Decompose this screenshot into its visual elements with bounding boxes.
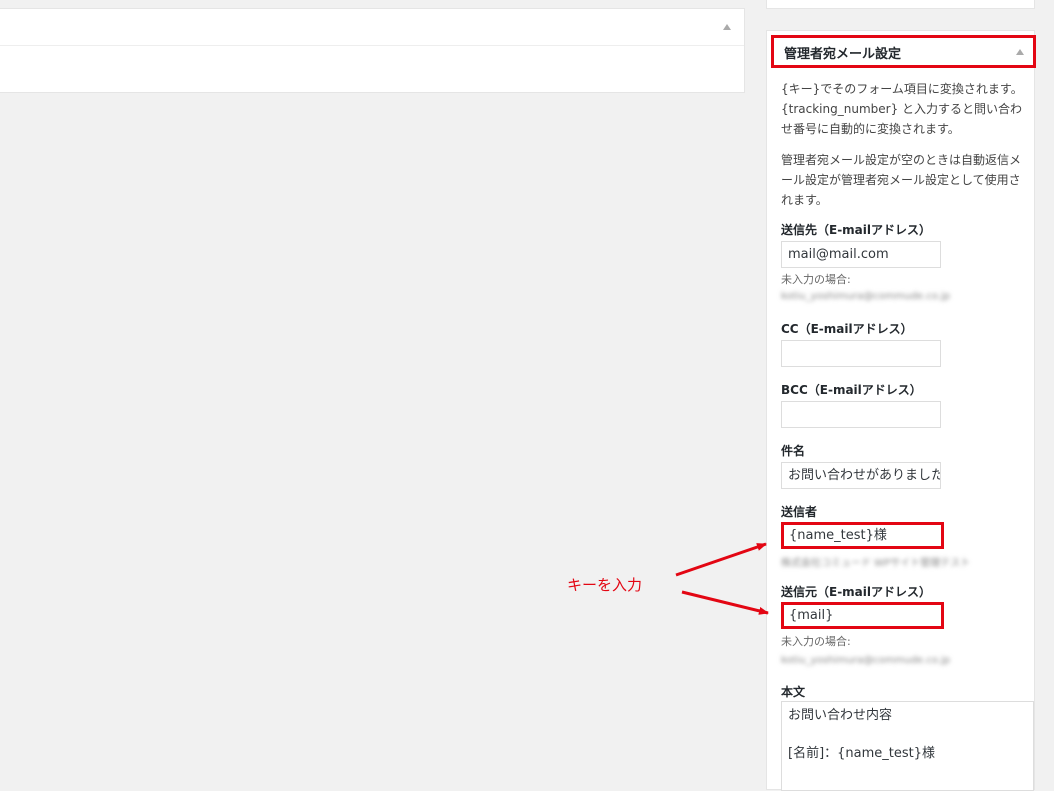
- arrow-to-sender: [675, 542, 767, 577]
- arrow-to-from: [681, 590, 769, 615]
- annotation-arrows: [675, 542, 769, 615]
